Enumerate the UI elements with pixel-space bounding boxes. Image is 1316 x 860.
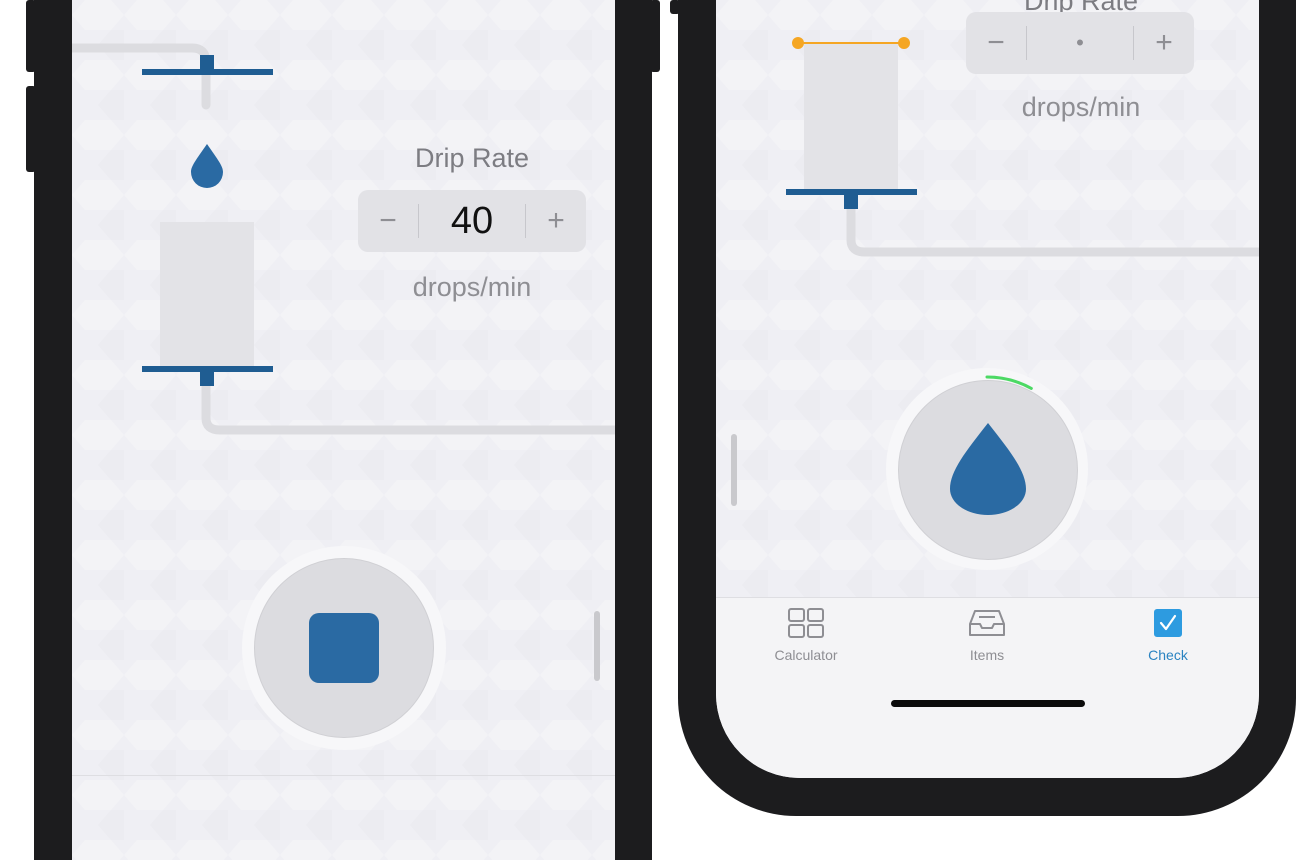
drip-rate-stepper: − • + — [966, 12, 1194, 74]
tab-calculator[interactable]: Calculator — [736, 608, 876, 663]
tab-label: Check — [1148, 647, 1188, 663]
tab-bar: Calculator Items Check — [716, 597, 1259, 778]
drip-rate-stepper: − 40 + — [358, 190, 586, 252]
unit-label: drops/min — [412, 272, 532, 302]
falling-drop-icon — [191, 144, 223, 188]
drip-rate-screen-right: Drip Rate − • + drops/min Calculator Ite… — [716, 0, 1259, 778]
home-indicator[interactable] — [891, 700, 1085, 707]
silent-switch — [26, 0, 36, 72]
drip-rate-value[interactable]: 40 — [418, 190, 526, 252]
resize-handle-left — [792, 37, 804, 49]
scroll-indicator[interactable] — [594, 611, 600, 681]
tab-label: Calculator — [774, 647, 838, 663]
side-button — [670, 0, 680, 14]
chamber-liquid — [160, 222, 254, 368]
resize-handle-right — [898, 37, 910, 49]
tab-check[interactable]: Check — [1098, 608, 1238, 663]
phone-left: Drip Rate − 40 + drops/min — [34, 0, 652, 860]
scroll-indicator[interactable] — [731, 434, 737, 506]
increment-button[interactable]: + — [1134, 12, 1194, 74]
decrement-button[interactable]: − — [966, 12, 1026, 74]
stop-button[interactable] — [254, 558, 434, 738]
inbox-tray-icon — [969, 610, 1005, 636]
grid-icon — [788, 608, 824, 638]
phone-right: Drip Rate − • + drops/min Calculator Ite… — [678, 0, 1296, 816]
tab-label: Items — [969, 647, 1005, 663]
decrement-button[interactable]: − — [358, 190, 418, 252]
divider — [72, 775, 615, 776]
increment-button[interactable]: + — [526, 190, 586, 252]
drop-button[interactable] — [898, 380, 1078, 560]
unit-label: drops/min — [1021, 92, 1141, 122]
drip-rate-screen-left: Drip Rate − 40 + drops/min — [72, 0, 615, 860]
power-button — [650, 0, 660, 72]
chamber-liquid — [804, 43, 898, 190]
drip-rate-value[interactable]: • — [1026, 12, 1134, 74]
stop-square-icon — [309, 613, 379, 683]
checkbox-icon — [1154, 609, 1182, 637]
water-drop-icon — [950, 423, 1026, 515]
drip-rate-title: Drip Rate — [414, 143, 530, 173]
volume-button — [26, 86, 36, 172]
tab-items[interactable]: Items — [917, 608, 1057, 663]
